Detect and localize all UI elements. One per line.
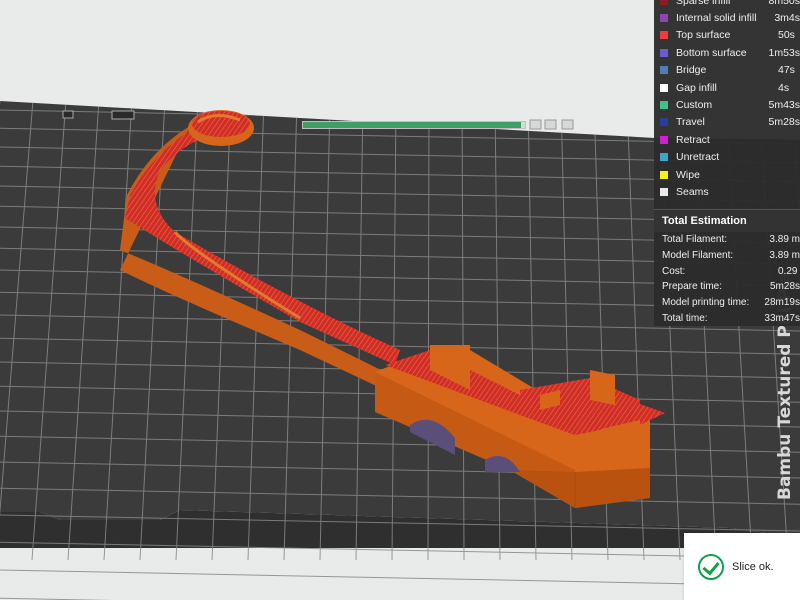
legend-row[interactable]: Travel 5m28s <box>654 114 800 131</box>
legend-row[interactable]: Top surface 50s <box>654 27 800 44</box>
estimation-row: Prepare time: 5m28s <box>654 279 800 295</box>
legend-label: Sparse infill <box>676 0 731 7</box>
check-circle-icon <box>698 553 724 580</box>
layer-view-button[interactable] <box>529 119 542 130</box>
legend-label: Top surface <box>676 29 731 42</box>
estimation-label: Model Filament: <box>662 249 734 261</box>
estimation-label: Total Filament: <box>662 234 728 246</box>
legend-swatch <box>660 187 668 196</box>
legend-swatch <box>660 66 668 75</box>
estimation-row: Cost: 0.29 <box>654 263 800 279</box>
legend-label: Retract <box>676 133 710 146</box>
estimation-row: Model Filament: 3.89 m <box>654 247 800 263</box>
legend-label: Unretract <box>676 151 720 164</box>
legend-row[interactable]: Wipe <box>654 166 800 183</box>
estimation-value: 33m47s <box>764 313 800 325</box>
legend-time: 5m43s <box>768 99 800 112</box>
legend-swatch <box>660 135 668 144</box>
legend-swatch <box>660 31 668 40</box>
layer-settings-button[interactable] <box>544 119 557 130</box>
legend-label: Bridge <box>676 64 707 77</box>
status-message: Slice ok. <box>732 560 774 573</box>
estimation-row: Model printing time: 28m19s <box>654 295 800 311</box>
estimation-row: Total time: 33m47s <box>654 311 800 327</box>
legend-row[interactable]: Sparse infill 8m50s <box>654 0 800 9</box>
legend-row[interactable]: Custom 5m43s <box>654 96 800 113</box>
legend-time: 4s <box>778 81 790 94</box>
estimation-row: Total Filament: 3.89 m <box>654 232 800 248</box>
estimation-label: Total time: <box>662 313 708 325</box>
estimation-label: Prepare time: <box>662 281 723 293</box>
slice-status-toast: Slice ok. <box>684 533 800 600</box>
legend-swatch <box>660 83 668 92</box>
estimation-value: 3.89 m <box>769 249 800 261</box>
legend-row[interactable]: Retract <box>654 131 800 148</box>
layer-close-button[interactable] <box>561 119 574 130</box>
estimation-value: 0.29 <box>778 265 798 277</box>
legend-swatch <box>660 118 668 127</box>
legend-swatch <box>660 48 668 57</box>
legend-swatch <box>660 170 668 179</box>
legend-time: 8m50s <box>768 0 800 7</box>
estimation-label: Model printing time: <box>662 297 750 309</box>
legend-swatch <box>660 0 668 5</box>
legend-label: Bottom surface <box>676 46 747 59</box>
legend-row[interactable]: Gap infill 4s <box>654 79 800 96</box>
legend-swatch <box>660 101 668 110</box>
legend-label: Travel <box>676 116 705 129</box>
legend-swatch <box>660 14 668 23</box>
estimation-title: Total Estimation <box>654 208 800 232</box>
legend-time: 50s <box>778 29 795 42</box>
legend-time: 47s <box>778 64 795 77</box>
estimation-label: Cost: <box>662 265 686 277</box>
layer-progress-slider[interactable] <box>302 121 526 129</box>
legend-time: 3m4s <box>774 12 800 25</box>
legend-label: Custom <box>676 99 713 112</box>
layer-progress-fill <box>303 122 521 128</box>
legend-swatch <box>660 153 668 162</box>
legend-row[interactable]: Internal solid infill 3m4s <box>654 9 800 26</box>
legend-label: Gap infill <box>676 81 717 94</box>
legend-time: 1m53s <box>768 46 800 59</box>
legend-label: Wipe <box>676 168 700 181</box>
legend-row[interactable]: Bridge 47s <box>654 62 800 79</box>
legend-time: 5m28s <box>768 116 800 129</box>
estimation-value: 28m19s <box>764 297 800 309</box>
estimation-value: 5m28s <box>769 281 800 293</box>
legend-row[interactable]: Unretract <box>654 149 800 166</box>
legend-label: Seams <box>676 185 709 198</box>
estimation-value: 3.89 m <box>769 234 800 246</box>
legend-row[interactable]: Bottom surface 1m53s <box>654 44 800 61</box>
gcode-legend-panel: Sparse infill 8m50s Internal solid infill 3… <box>654 0 800 326</box>
legend-label: Internal solid infill <box>676 12 757 25</box>
legend-row[interactable]: Seams <box>654 183 800 200</box>
